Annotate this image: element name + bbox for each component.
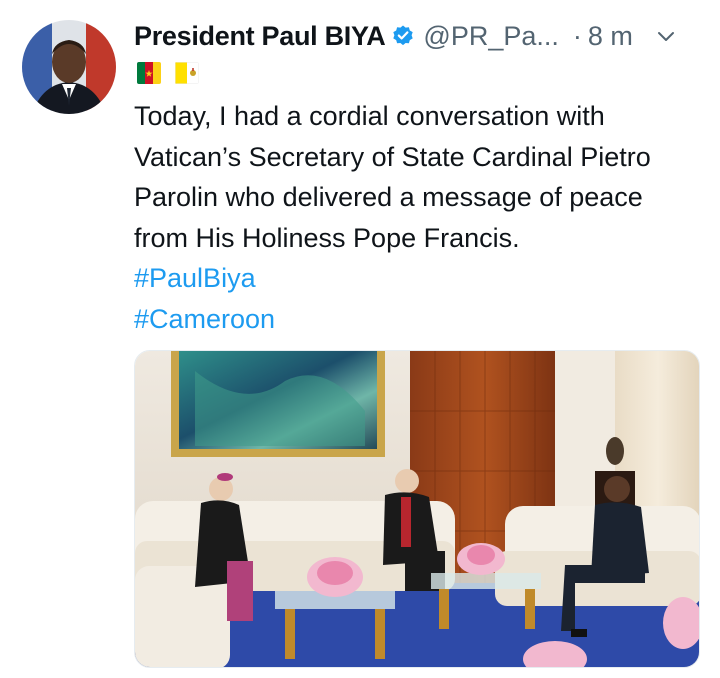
tweet-photo[interactable] [134, 350, 700, 668]
hashtag-link[interactable]: #PaulBiya [134, 258, 704, 299]
chevron-down-icon[interactable] [655, 25, 677, 47]
separator-dot: · [572, 20, 582, 51]
verified-badge-icon [391, 24, 415, 48]
tweet-text: Today, I had a cordial conversation with… [134, 96, 704, 339]
tweet-body: Today, I had a cordial conversation with… [134, 101, 651, 253]
avatar-photo [22, 20, 116, 114]
vatican-flag-icon [175, 62, 199, 84]
hashtag-link[interactable]: #Cameroon [134, 299, 704, 340]
user-handle[interactable]: @PR_Pa... [423, 21, 558, 52]
meeting-photo [135, 351, 699, 667]
cameroon-flag-icon [137, 62, 161, 84]
flag-emojis [137, 62, 199, 84]
tweet-header: President Paul BIYA @PR_Pa... · 8 m [134, 16, 702, 56]
timestamp[interactable]: 8 m [588, 21, 633, 52]
avatar[interactable] [22, 20, 116, 114]
display-name[interactable]: President Paul BIYA [134, 21, 386, 52]
